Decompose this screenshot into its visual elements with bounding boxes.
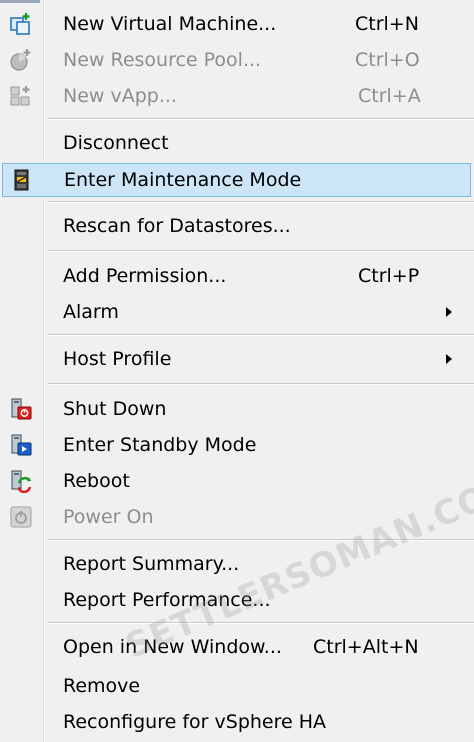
menu-separator: [48, 201, 474, 203]
menu-item-host-profile[interactable]: Host Profile: [0, 342, 474, 376]
menu-separator: [48, 383, 474, 385]
menu-separator: [48, 539, 474, 541]
menu-item-reboot[interactable]: Reboot: [0, 464, 474, 498]
window-edge: [0, 0, 40, 3]
menu-item-open-new-window[interactable]: Open in New Window... Ctrl+Alt+N: [0, 630, 474, 664]
menu-item-label: Report Performance...: [63, 589, 271, 611]
menu-item-label: Alarm: [63, 301, 119, 323]
menu-separator: [48, 250, 474, 252]
context-menu: New Virtual Machine... Ctrl+N New Resour…: [0, 0, 474, 742]
menu-item-label: Add Permission...: [63, 265, 227, 287]
new-vm-icon: [10, 13, 30, 35]
shortcut-text: Ctrl+Alt+N: [313, 636, 419, 658]
menu-item-new-vapp[interactable]: New vApp... Ctrl+A: [0, 79, 474, 113]
submenu-arrow-icon: [446, 307, 452, 317]
menu-item-enter-maintenance-mode[interactable]: Enter Maintenance Mode: [2, 163, 471, 197]
power-on-icon: [10, 506, 32, 528]
menu-item-report-performance[interactable]: Report Performance...: [0, 583, 474, 617]
menu-item-disconnect[interactable]: Disconnect: [0, 126, 474, 160]
menu-item-label: Reboot: [63, 470, 130, 492]
shutdown-icon: [11, 398, 32, 420]
resource-pool-icon: [10, 49, 31, 71]
menu-item-label: Open in New Window...: [63, 636, 282, 658]
menu-item-label: Disconnect: [63, 132, 169, 154]
menu-item-label: Remove: [63, 675, 141, 697]
menu-item-label: Power On: [63, 506, 154, 528]
reboot-icon: [11, 470, 32, 493]
menu-item-add-permission[interactable]: Add Permission... Ctrl+P: [0, 259, 474, 293]
menu-separator: [48, 118, 474, 120]
menu-item-shut-down[interactable]: Shut Down: [0, 392, 474, 426]
menu-item-label: Host Profile: [63, 348, 172, 370]
submenu-arrow-icon: [446, 354, 452, 364]
menu-item-label: Reconfigure for vSphere HA: [63, 711, 327, 733]
menu-item-new-virtual-machine[interactable]: New Virtual Machine... Ctrl+N: [0, 7, 474, 41]
menu-item-power-on[interactable]: Power On: [0, 500, 474, 534]
menu-item-label: Report Summary...: [63, 553, 240, 575]
menu-item-remove[interactable]: Remove: [0, 669, 474, 703]
menu-item-reconfigure-vsphere-ha[interactable]: Reconfigure for vSphere HA: [0, 705, 474, 739]
menu-separator: [48, 334, 474, 336]
shortcut-text: Ctrl+N: [355, 13, 419, 35]
menu-item-label: New vApp...: [63, 85, 177, 107]
vapp-icon: [10, 86, 30, 106]
shortcut-text: Ctrl+A: [358, 85, 421, 107]
menu-item-rescan-datastores[interactable]: Rescan for Datastores...: [0, 209, 474, 243]
menu-item-alarm[interactable]: Alarm: [0, 295, 474, 329]
menu-item-label: Rescan for Datastores...: [63, 215, 291, 237]
shortcut-text: Ctrl+O: [355, 49, 420, 71]
menu-item-label: Enter Maintenance Mode: [64, 169, 302, 191]
menu-item-label: New Resource Pool...: [63, 49, 262, 71]
menu-item-new-resource-pool[interactable]: New Resource Pool... Ctrl+O: [0, 43, 474, 77]
menu-item-enter-standby-mode[interactable]: Enter Standby Mode: [0, 428, 474, 462]
menu-separator: [48, 622, 474, 624]
menu-item-report-summary[interactable]: Report Summary...: [0, 547, 474, 581]
menu-item-label: New Virtual Machine...: [63, 13, 277, 35]
menu-item-label: Enter Standby Mode: [63, 434, 257, 456]
menu-item-label: Shut Down: [63, 398, 167, 420]
maintenance-icon: [14, 169, 29, 191]
standby-icon: [11, 434, 32, 456]
shortcut-text: Ctrl+P: [358, 265, 420, 287]
